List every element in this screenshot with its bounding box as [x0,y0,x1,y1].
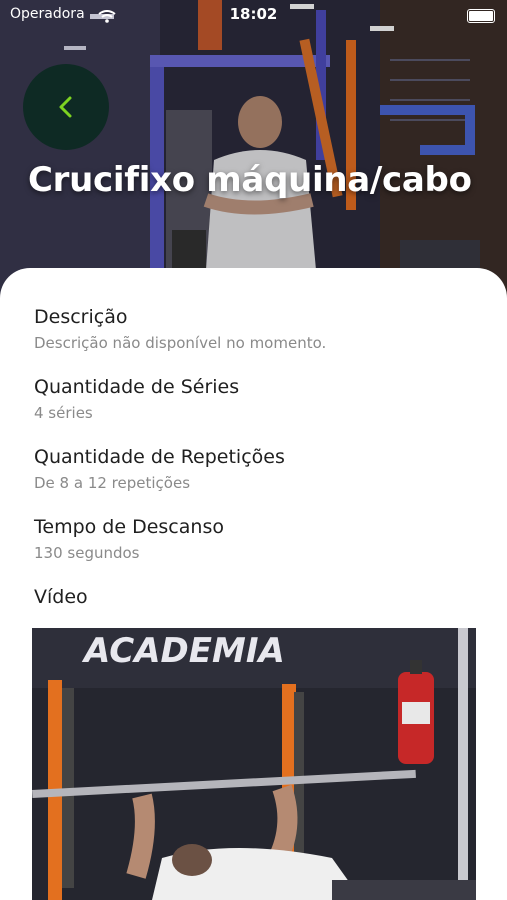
repetitions-label: Quantidade de Repetições [34,446,285,468]
video-section: Vídeo [34,585,474,609]
video-label: Vídeo [34,586,88,608]
description-value: Descrição não disponível no momento. [34,334,327,352]
status-bar: Operadora 18:02 [0,0,507,30]
rest-time-value: 130 segundos [34,544,140,562]
video-thumbnail: ACADEMIA [32,628,476,900]
repetitions-value: De 8 a 12 repetições [34,474,191,492]
rest-time-section: Tempo de Descanso 130 segundos [34,515,474,564]
exercise-title: Crucifixo máquina/cabo [28,160,472,200]
back-button[interactable] [23,64,109,150]
status-time: 18:02 [229,5,278,23]
description-label: Descrição [34,306,128,328]
description-section: Descrição Descrição não disponível no mo… [34,305,474,354]
battery-icon [467,9,495,23]
chevron-left-icon [59,96,72,118]
series-section: Quantidade de Séries 4 séries [34,375,474,424]
wall-text: ACADEMIA [81,631,285,671]
series-label: Quantidade de Séries [34,376,240,398]
exercise-hero-image [0,0,507,300]
series-value: 4 séries [34,404,93,422]
rest-time-label: Tempo de Descanso [34,516,224,538]
hero-overlay [0,0,507,300]
exercise-video[interactable]: ACADEMIA [32,628,476,900]
repetitions-section: Quantidade de Repetições De 8 a 12 repet… [34,445,474,494]
